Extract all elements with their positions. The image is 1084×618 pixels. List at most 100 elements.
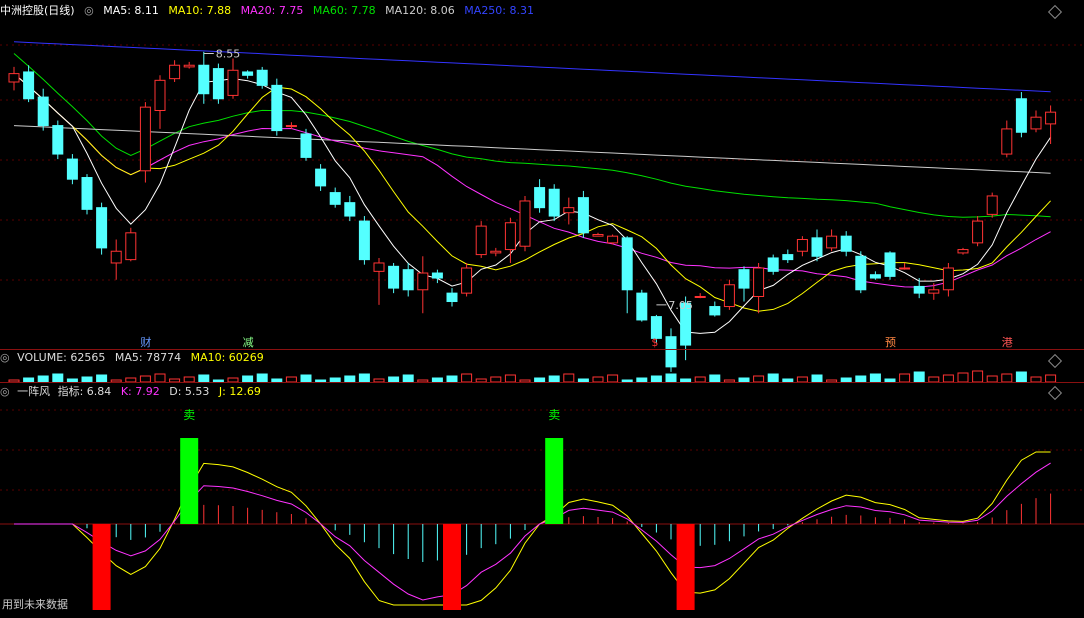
candle-body: [52, 125, 64, 155]
candle-body: [198, 64, 210, 95]
candle-body: [388, 265, 400, 289]
candle-body: [300, 133, 312, 158]
candle-body: [242, 71, 254, 76]
candle-body: [431, 272, 443, 279]
ma10-value: MA10: 7.88: [168, 4, 232, 17]
candle-body: [899, 267, 911, 270]
candle-body: [1001, 128, 1013, 155]
candle-body: [621, 237, 633, 291]
candle-body: [709, 306, 721, 316]
candle-body: [475, 225, 487, 256]
volume-bar: [52, 373, 64, 383]
pane-divider-indicator[interactable]: [0, 382, 1084, 383]
volume-ma10: MA10: 60269: [190, 351, 264, 364]
candle-body: [928, 289, 940, 294]
candle-body: [563, 207, 575, 214]
volume-ma5: MA5: 78774: [114, 351, 182, 364]
candle-body: [986, 195, 998, 215]
candle-body: [577, 197, 589, 234]
volume-bar: [461, 373, 473, 383]
candle-body: [548, 188, 560, 217]
ma60-value: MA60: 7.78: [312, 4, 376, 17]
indicator-j-line: [14, 451, 1051, 606]
indicator-d: D: 5.53: [169, 385, 210, 398]
candle-body: [972, 220, 984, 244]
chart-canvas: 8.55 7.05 财 减 $ 预 港卖 卖: [0, 41, 1084, 610]
candle-body: [694, 295, 706, 298]
candle-body: [607, 235, 619, 244]
future-data-note: 用到未来数据: [2, 598, 68, 611]
candle-body: [1015, 98, 1027, 133]
ma250-value: MA250: 8.31: [464, 4, 535, 17]
volume-bar: [899, 373, 911, 383]
indicator-k-line: [14, 462, 1051, 601]
event-marker: $: [651, 336, 658, 349]
candle-body: [110, 250, 122, 264]
candle-body: [811, 237, 823, 257]
candle-body: [373, 262, 385, 272]
volume-bar: [1001, 373, 1013, 383]
candle-body: [183, 64, 195, 68]
stock-name[interactable]: 中洲控股: [0, 4, 44, 17]
sell-signal-bar: [180, 438, 199, 524]
volume-bar: [1015, 371, 1027, 383]
candle-body: [753, 267, 765, 297]
candle-body: [942, 267, 954, 291]
sell-signal-label: 卖: [548, 408, 560, 422]
sell-signal-bar: [545, 438, 564, 524]
indicator-j: J: 12.69: [218, 385, 261, 398]
event-marker: 财: [140, 335, 151, 349]
volume-value: VOLUME: 62565: [17, 351, 106, 364]
volume-bar: [154, 373, 166, 383]
volume-bar: [767, 373, 779, 383]
main-header: 中洲控股(日线) ◎ MA5: 8.11 MA10: 7.88 MA20: 7.…: [0, 3, 540, 19]
price-annotation-label: 8.55: [216, 48, 241, 61]
ma120-value: MA120: 8.06: [385, 4, 455, 17]
volume-header: ◎ VOLUME: 62565 MA5: 78774 MA10: 60269: [0, 350, 270, 366]
candle-body: [256, 69, 268, 86]
candle-body: [461, 267, 473, 294]
candle-body: [957, 249, 969, 254]
candle-body: [796, 239, 808, 252]
candle-body: [592, 233, 604, 237]
kline-chart[interactable]: 8.55 7.05 财 减 $ 预 港卖 卖 中洲控股(日线) ◎ MA5: 8.11 MA1…: [0, 0, 1084, 614]
volume-bar: [563, 373, 575, 383]
candle-body: [169, 64, 181, 80]
candle-body: [1045, 111, 1057, 125]
candle-body: [271, 84, 283, 132]
candle-body: [417, 272, 429, 291]
volume-bar: [811, 374, 823, 383]
indicator-arrow-icon[interactable]: ◎: [0, 385, 10, 398]
volume-bar: [869, 373, 881, 383]
candle-body: [315, 168, 327, 187]
candle-body: [125, 232, 137, 261]
candle-body: [446, 292, 458, 303]
sell-signal-label: 卖: [183, 408, 195, 422]
volume-bar: [504, 374, 516, 383]
candle-body: [1030, 116, 1042, 130]
volume-bar: [607, 374, 619, 383]
indicator-zhibiao: 指标: 6.84: [57, 385, 112, 398]
candle-body: [285, 125, 297, 128]
candle-body: [723, 284, 735, 308]
candle-body: [767, 257, 779, 272]
volume-arrow-icon[interactable]: ◎: [0, 351, 10, 364]
indicator-k: K: 7.92: [120, 385, 160, 398]
settings-arrow-icon[interactable]: ◎: [84, 4, 94, 17]
volume-bar: [665, 373, 677, 383]
candle-body: [826, 235, 838, 249]
volume-bar: [402, 374, 414, 383]
volume-bar: [358, 373, 370, 383]
candle-body: [636, 292, 648, 321]
indicator-header: ◎ 一阵风 指标: 6.84 K: 7.92 D: 5.53 J: 12.69: [0, 384, 267, 400]
candle-body: [840, 235, 852, 252]
candle-body: [329, 192, 341, 205]
candle-body: [504, 222, 516, 251]
buy-signal-bar: [92, 524, 111, 610]
buy-signal-bar: [676, 524, 695, 610]
volume-bar: [198, 374, 210, 383]
candle-body: [855, 255, 867, 291]
candle-body: [212, 68, 224, 100]
candle-body: [66, 158, 78, 180]
candle-body: [534, 187, 546, 209]
